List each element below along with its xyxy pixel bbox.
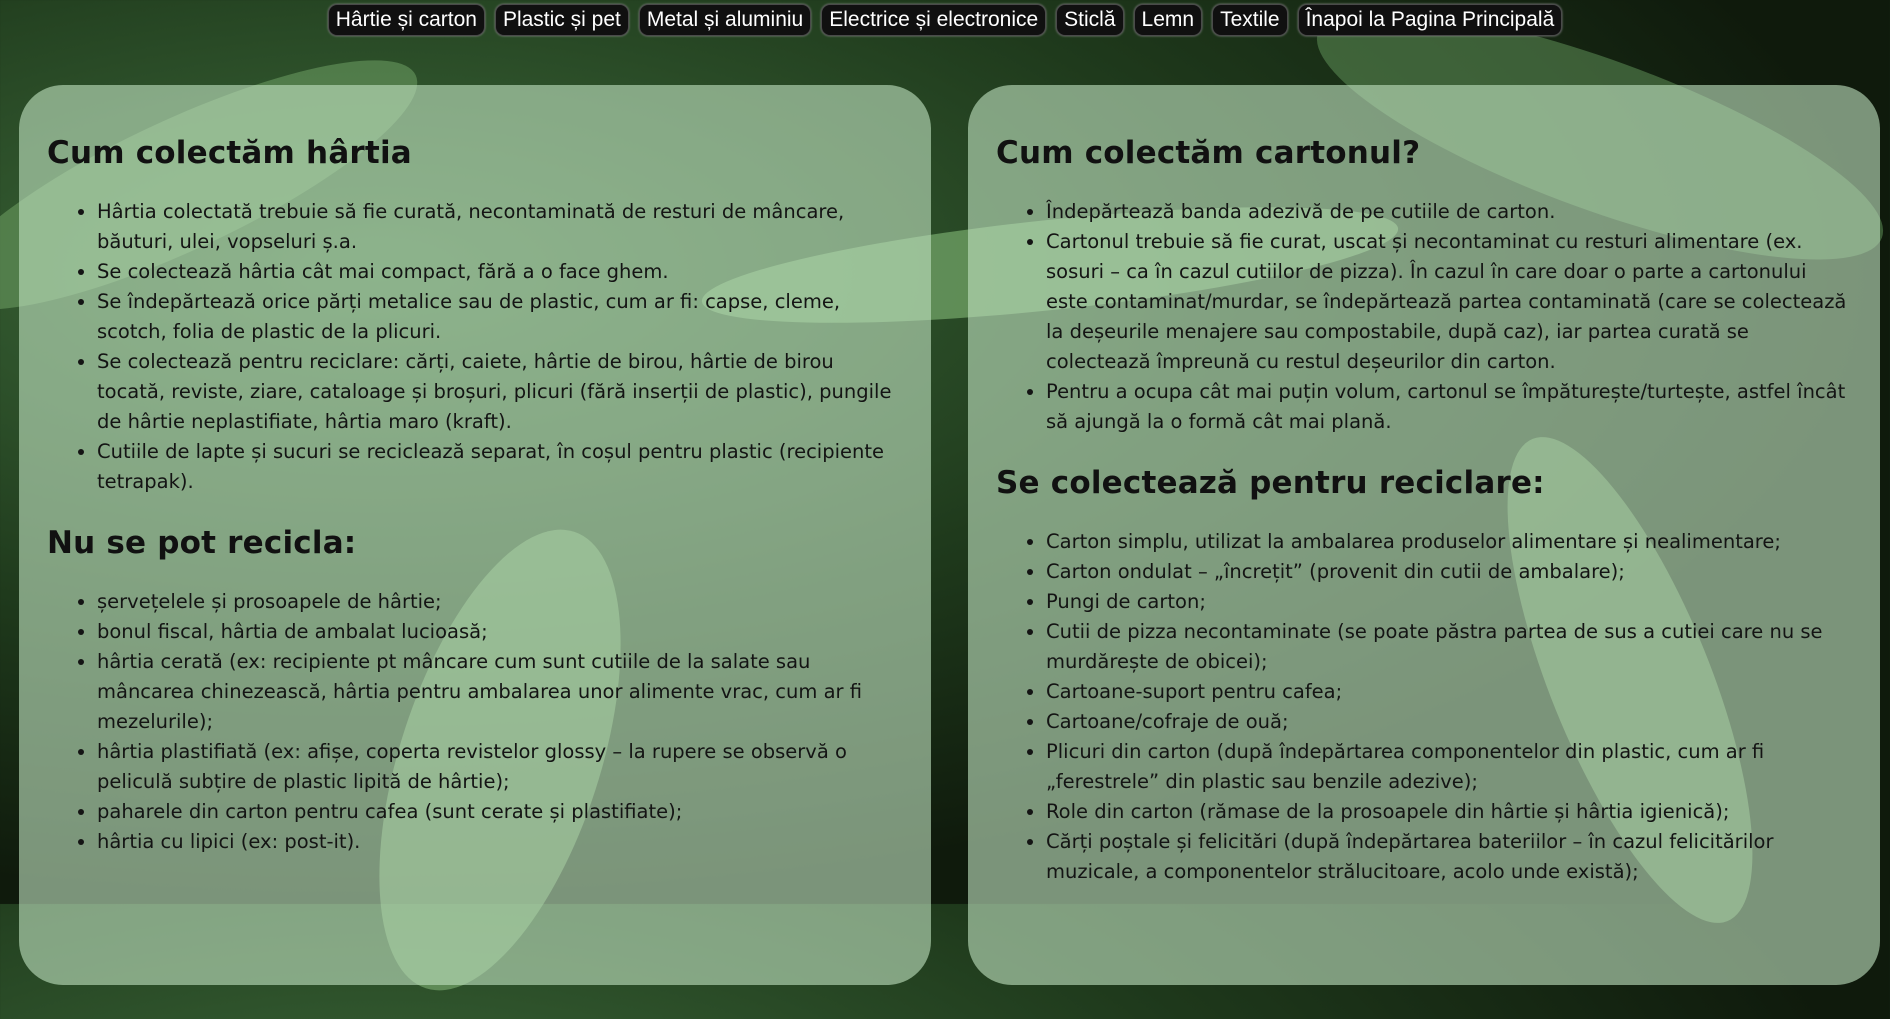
list-item: Carton simplu, utilizat la ambalarea pro… (1046, 527, 1852, 557)
nav-link-electrice-electronice[interactable]: Electrice și electronice (821, 4, 1047, 36)
list-item: hârtia plastifiată (ex: afișe, coperta r… (97, 737, 903, 797)
list-item: hârtia cu lipici (ex: post-it). (97, 827, 903, 857)
list-item: Plicuri din carton (după îndepărtarea co… (1046, 737, 1852, 797)
cardboard-collection-heading: Cum colectăm cartonul? (996, 135, 1421, 171)
list-item: Carton ondulat – „încrețit” (provenit di… (1046, 557, 1852, 587)
list-item: hârtia cerată (ex: recipiente pt mâncare… (97, 647, 903, 737)
list-item: Cutii de pizza necontaminate (se poate p… (1046, 617, 1852, 677)
list-item: bonul fiscal, hârtia de ambalat lucioasă… (97, 617, 903, 647)
nav-link-sticla[interactable]: Sticlă (1056, 4, 1124, 36)
paper-collection-list: Hârtia colectată trebuie să fie curată, … (47, 197, 903, 497)
list-item: Pungi de carton; (1046, 587, 1852, 617)
list-item: Cartoane-suport pentru cafea; (1046, 677, 1852, 707)
nav-link-plastic-pet[interactable]: Plastic și pet (494, 4, 629, 36)
non-recyclable-heading: Nu se pot recicla: (47, 525, 357, 561)
paper-panel: Cum colectăm hârtia Hârtia colectată tre… (19, 85, 931, 985)
top-navigation: Hârtie și carton Plastic și pet Metal și… (0, 4, 1890, 40)
list-item: Îndepărtează banda adezivă de pe cutiile… (1046, 197, 1852, 227)
list-item: Se colectează pentru reciclare: cărți, c… (97, 347, 903, 437)
nav-link-metal-aluminiu[interactable]: Metal și aluminiu (638, 4, 812, 36)
list-item: Cutiile de lapte și sucuri se reciclează… (97, 437, 903, 497)
list-item: Cartoane/cofraje de ouă; (1046, 707, 1852, 737)
list-item: Pentru a ocupa cât mai puțin volum, cart… (1046, 377, 1852, 437)
list-item: șervețelele și prosoapele de hârtie; (97, 587, 903, 617)
nav-link-home[interactable]: Înapoi la Pagina Principală (1297, 4, 1563, 36)
cardboard-panel: Cum colectăm cartonul? Îndepărtează band… (968, 85, 1880, 985)
cardboard-collection-list: Îndepărtează banda adezivă de pe cutiile… (996, 197, 1852, 437)
list-item: Role din carton (rămase de la prosoapele… (1046, 797, 1852, 827)
nav-link-textile[interactable]: Textile (1212, 4, 1288, 36)
recyclable-cardboard-list: Carton simplu, utilizat la ambalarea pro… (996, 527, 1852, 887)
recyclable-cardboard-heading: Se colectează pentru reciclare: (996, 465, 1545, 501)
paper-collection-heading: Cum colectăm hârtia (47, 135, 412, 171)
list-item: Se colectează hârtia cât mai compact, fă… (97, 257, 903, 287)
list-item: paharele din carton pentru cafea (sunt c… (97, 797, 903, 827)
list-item: Cartonul trebuie să fie curat, uscat și … (1046, 227, 1852, 377)
list-item: Se îndepărtează orice părți metalice sau… (97, 287, 903, 347)
list-item: Hârtia colectată trebuie să fie curată, … (97, 197, 903, 257)
nav-link-hartie-carton[interactable]: Hârtie și carton (327, 4, 485, 36)
nav-link-lemn[interactable]: Lemn (1133, 4, 1203, 36)
list-item: Cărți poștale și felicitări (după îndepă… (1046, 827, 1852, 887)
non-recyclable-list: șervețelele și prosoapele de hârtie; bon… (47, 587, 903, 857)
